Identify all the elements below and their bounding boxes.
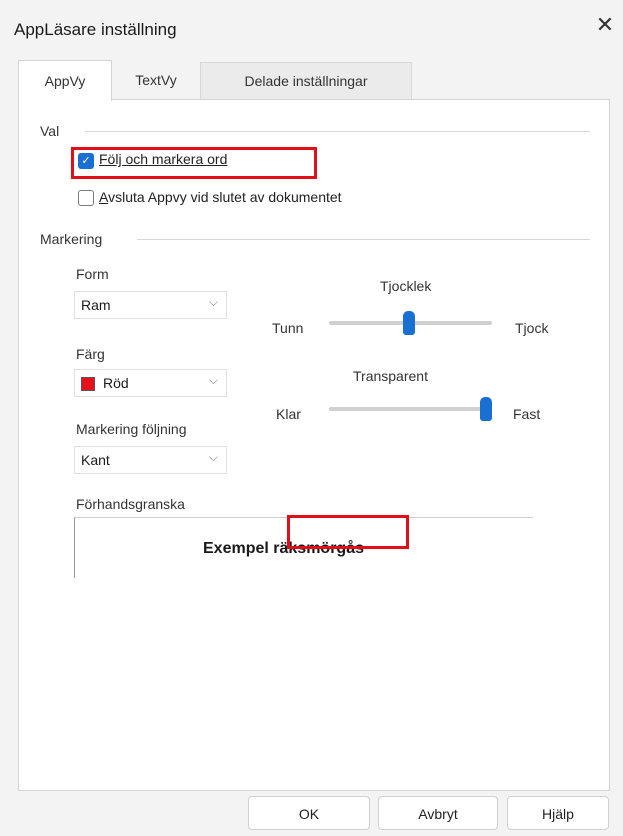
close-icon[interactable]: ✕ [594,14,616,36]
section-val-label: Val [40,123,60,139]
checkbox-avsluta-appvy-label[interactable]: Avsluta Appvy vid slutet av dokumentet [99,189,342,205]
foljning-select[interactable]: Kant ⌵ [74,446,227,474]
form-select[interactable]: Ram ⌵ [74,291,227,319]
section-divider [137,239,590,240]
tjocklek-max-label: Tjock [515,320,549,336]
preview-highlight-box [287,515,409,549]
transparent-slider-track[interactable] [329,407,492,411]
section-divider [85,131,590,132]
transparent-slider-thumb[interactable] [480,397,492,421]
section-markering-label: Markering [40,231,103,247]
ok-button[interactable]: OK [248,796,370,830]
foljning-label: Markering följning [76,421,187,437]
chevron-down-icon: ⌵ [208,450,218,464]
farg-label: Färg [76,346,105,362]
transparent-max-label: Fast [513,406,541,422]
tjocklek-slider-thumb[interactable] [402,311,415,335]
help-button[interactable]: Hjälp [507,796,609,830]
tab-appvy[interactable]: AppVy [18,60,112,101]
highlight-box [71,147,317,179]
tab-delade-installningar[interactable]: Delade inställningar [200,62,412,99]
farg-select[interactable]: Röd ⌵ [74,369,227,397]
tjocklek-label: Tjocklek [380,278,432,294]
chevron-down-icon: ⌵ [208,295,218,309]
access-key: A [99,189,109,205]
form-label: Form [76,266,109,282]
form-value: Ram [81,297,111,313]
tab-textvy[interactable]: TextVy [115,62,197,98]
color-swatch [81,377,95,391]
transparent-min-label: Klar [276,406,301,422]
tjocklek-min-label: Tunn [272,320,304,336]
window-title: AppLäsare inställning [14,20,177,39]
checkbox-avsluta-appvy[interactable] [78,190,94,206]
chevron-down-icon: ⌵ [208,373,218,387]
farg-value: Röd [103,375,129,391]
label-rest: vsluta Appvy vid slutet av dokumentet [108,189,342,205]
preview-label: Förhandsgranska [76,496,185,512]
cancel-button[interactable]: Avbryt [378,796,498,830]
foljning-value: Kant [81,452,110,468]
preview-word1: Exempel [203,540,269,557]
transparent-label: Transparent [353,368,428,384]
